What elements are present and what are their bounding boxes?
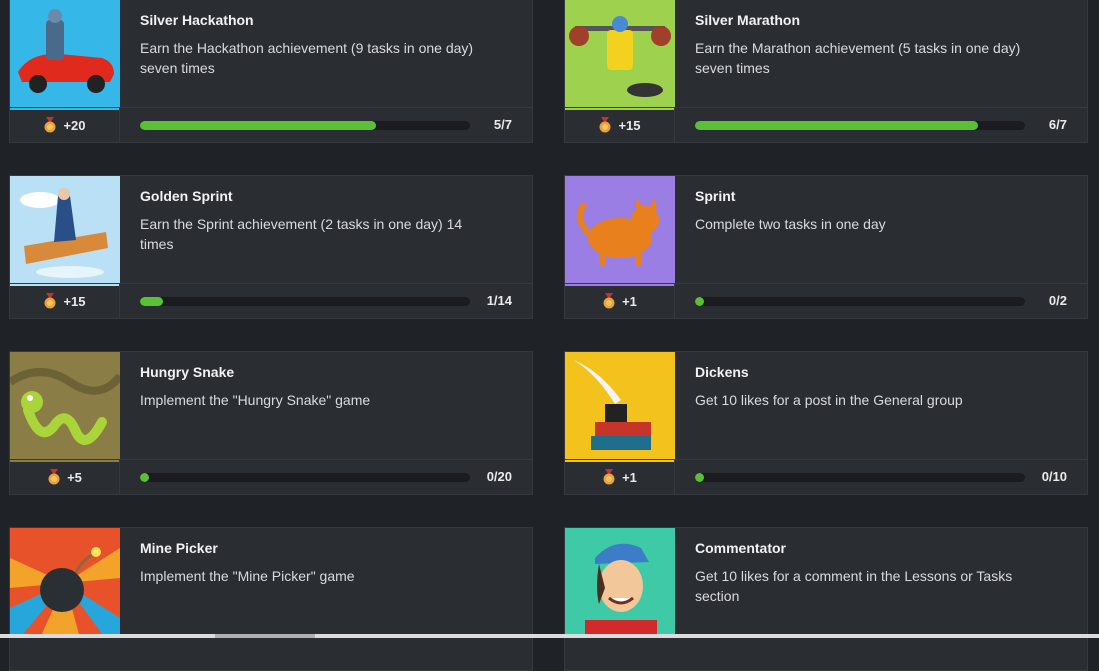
medal-icon <box>48 469 60 485</box>
medal-icon <box>603 293 615 309</box>
achievement-title: Silver Hackathon <box>140 12 254 28</box>
achievement-card-mine-picker[interactable]: Mine Picker Implement the "Mine Picker" … <box>9 527 533 671</box>
reward-points: +20 <box>63 117 86 133</box>
progress-count: 6/7 <box>1048 117 1067 132</box>
orange-cat-image <box>565 176 675 286</box>
achievement-card-sprint[interactable]: Sprint Complete two tasks in one day +1 … <box>564 175 1088 319</box>
progress-count: 1/14 <box>486 293 512 308</box>
achievement-card-silver-hackathon[interactable]: Silver Hackathon Earn the Hackathon achi… <box>9 0 533 143</box>
snake-image <box>10 352 120 462</box>
achievement-card-golden-sprint[interactable]: Golden Sprint Earn the Sprint achievemen… <box>9 175 533 319</box>
reward: +1 <box>565 284 675 318</box>
achievement-title: Silver Marathon <box>695 12 801 28</box>
achievement-card-hungry-snake[interactable]: Hungry Snake Implement the "Hungry Snake… <box>9 351 533 495</box>
progress-fill <box>695 473 704 482</box>
achievement-description: Implement the "Hungry Snake" game <box>140 392 371 408</box>
reward: +15 <box>565 108 675 142</box>
weightlifter-robot-image <box>565 0 675 110</box>
reward-points: +1 <box>622 293 637 309</box>
progress-bar <box>140 121 470 130</box>
reward-points: +1 <box>622 469 637 485</box>
progress-fill <box>695 297 704 306</box>
achievement-title: Dickens <box>695 364 749 380</box>
reward-points: +15 <box>63 293 86 309</box>
car-robot-image <box>10 0 120 110</box>
achievement-title: Hungry Snake <box>140 364 235 380</box>
achievement-description: Earn the Sprint achievement (2 tasks in … <box>140 216 463 252</box>
medal-icon <box>44 117 56 133</box>
achievement-title: Mine Picker <box>140 540 218 556</box>
medal-icon <box>603 469 615 485</box>
reward-points: +5 <box>67 469 82 485</box>
reward: +5 <box>10 460 120 494</box>
progress-count: 0/2 <box>1048 293 1067 308</box>
achievement-title: Golden Sprint <box>140 188 233 204</box>
achievement-description: Earn the Hackathon achievement (9 tasks … <box>140 40 474 76</box>
progress-fill <box>140 297 164 306</box>
progress-bar <box>695 121 1025 130</box>
achievement-title: Sprint <box>695 188 736 204</box>
achievement-description: Get 10 likes for a post in the General g… <box>695 392 963 408</box>
cartoon-man-image <box>565 528 675 638</box>
progress-count: 0/10 <box>1041 469 1067 484</box>
reward: +15 <box>10 284 120 318</box>
achievement-card-silver-marathon[interactable]: Silver Marathon Earn the Marathon achiev… <box>564 0 1088 143</box>
progress-count: 0/20 <box>486 469 512 484</box>
scrollbar-thumb[interactable] <box>215 634 315 638</box>
progress-fill <box>140 121 376 130</box>
progress-bar <box>140 297 470 306</box>
progress-bar <box>140 473 470 482</box>
flying-carpet-image <box>10 176 120 286</box>
achievement-description: Get 10 likes for a comment in the Lesson… <box>695 568 1013 604</box>
horizontal-scrollbar[interactable] <box>0 634 1099 638</box>
medal-icon <box>44 293 56 309</box>
achievement-description: Earn the Marathon achievement (5 tasks i… <box>695 40 1021 76</box>
progress-fill <box>695 121 978 130</box>
progress-count: 5/7 <box>493 117 512 132</box>
progress-bar <box>695 473 1025 482</box>
reward: +1 <box>565 460 675 494</box>
achievement-card-dickens[interactable]: Dickens Get 10 likes for a post in the G… <box>564 351 1088 495</box>
progress-fill <box>140 473 149 482</box>
progress-bar <box>695 297 1025 306</box>
achievement-description: Complete two tasks in one day <box>695 216 886 232</box>
achievement-description: Implement the "Mine Picker" game <box>140 568 355 584</box>
bomb-image <box>10 528 120 638</box>
reward-points: +15 <box>618 117 641 133</box>
books-quill-image <box>565 352 675 462</box>
reward: +20 <box>10 108 120 142</box>
achievement-title: Commentator <box>695 540 787 556</box>
achievement-card-commentator[interactable]: Commentator Get 10 likes for a comment i… <box>564 527 1088 671</box>
medal-icon <box>599 117 611 133</box>
